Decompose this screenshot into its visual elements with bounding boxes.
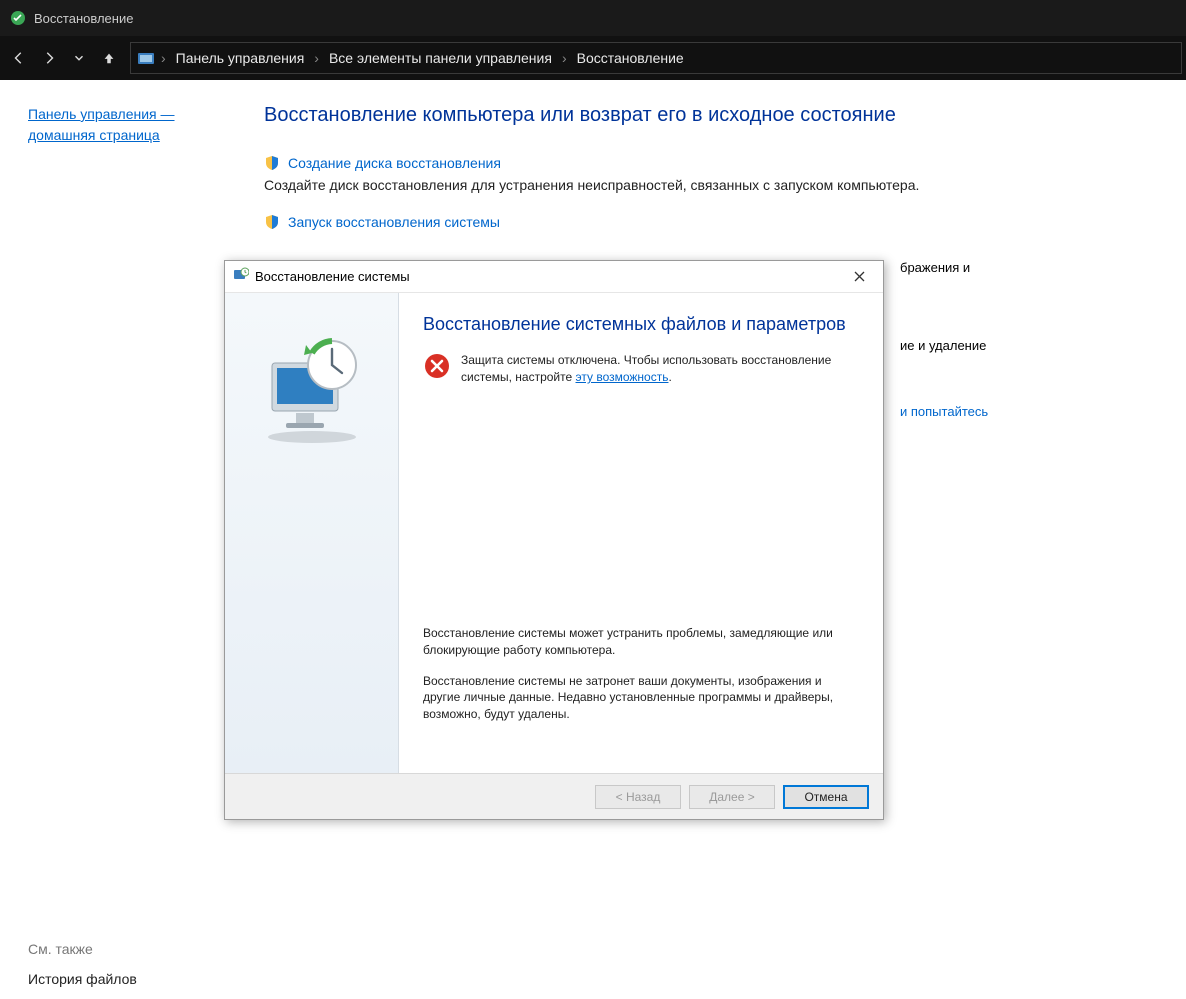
recovery-option: Создание диска восстановления Создайте д… xyxy=(264,155,1146,196)
dialog-heading: Восстановление системных файлов и параме… xyxy=(423,313,859,336)
nav-back-button[interactable] xyxy=(4,43,34,73)
sidebar: Панель управления — домашняя страница См… xyxy=(0,80,240,999)
dialog-footer: < Назад Далее > Отмена xyxy=(225,773,883,819)
crumb-sep-icon: › xyxy=(314,50,319,66)
error-icon xyxy=(423,352,451,380)
start-system-restore-link[interactable]: Запуск восстановления системы xyxy=(288,214,500,230)
shield-icon xyxy=(264,214,280,230)
back-button: < Назад xyxy=(595,785,681,809)
configure-protection-link[interactable]: эту возможность xyxy=(576,370,669,384)
address-icon xyxy=(137,49,155,67)
dialog-body: Восстановление системных файлов и параме… xyxy=(225,293,883,773)
app-icon xyxy=(10,10,26,26)
obscured-text-fragment: бражения и xyxy=(900,260,970,275)
dialog-main: Восстановление системных файлов и параме… xyxy=(399,293,883,773)
breadcrumb-item[interactable]: Восстановление xyxy=(573,48,688,68)
obscured-text-fragment: и попытайтесь xyxy=(900,404,988,419)
warning-row: Защита системы отключена. Чтобы использо… xyxy=(423,352,859,386)
dialog-sidebar xyxy=(225,293,399,773)
address-bar[interactable]: › Панель управления › Все элементы панел… xyxy=(130,42,1182,74)
see-also-label: См. также xyxy=(28,941,232,957)
dialog-title: Восстановление системы xyxy=(255,269,410,284)
warning-text: Защита системы отключена. Чтобы использо… xyxy=(461,352,859,386)
control-panel-home-link[interactable]: Панель управления — домашняя страница xyxy=(28,104,198,146)
system-restore-graphic-icon xyxy=(252,329,372,449)
warning-text-after: . xyxy=(668,370,671,384)
nav-up-button[interactable] xyxy=(94,43,124,73)
window-titlebar: Восстановление xyxy=(0,0,1186,36)
dialog-titlebar: Восстановление системы xyxy=(225,261,883,293)
cancel-button[interactable]: Отмена xyxy=(783,785,869,809)
file-history-link[interactable]: История файлов xyxy=(28,971,232,987)
system-restore-dialog: Восстановление системы xyxy=(224,260,884,820)
nav-history-dropdown[interactable] xyxy=(64,43,94,73)
item-description: Создайте диск восстановления для устране… xyxy=(264,175,1146,196)
page-title: Восстановление компьютера или возврат ег… xyxy=(264,104,1146,127)
breadcrumb-item[interactable]: Панель управления xyxy=(172,48,309,68)
nav-toolbar: › Панель управления › Все элементы панел… xyxy=(0,36,1186,80)
dialog-paragraph: Восстановление системы не затронет ваши … xyxy=(423,673,859,723)
crumb-sep-icon: › xyxy=(161,50,166,66)
obscured-text-fragment: ие и удаление xyxy=(900,338,986,353)
nav-forward-button[interactable] xyxy=(34,43,64,73)
shield-icon xyxy=(264,155,280,171)
breadcrumb-item[interactable]: Все элементы панели управления xyxy=(325,48,556,68)
crumb-sep-icon: › xyxy=(562,50,567,66)
next-button: Далее > xyxy=(689,785,775,809)
dialog-paragraph: Восстановление системы может устранить п… xyxy=(423,625,859,659)
dialog-close-button[interactable] xyxy=(843,265,875,289)
window-title: Восстановление xyxy=(34,11,133,26)
recovery-option: Запуск восстановления системы xyxy=(264,214,1146,230)
dialog-icon xyxy=(233,267,249,286)
create-recovery-disk-link[interactable]: Создание диска восстановления xyxy=(288,155,501,171)
